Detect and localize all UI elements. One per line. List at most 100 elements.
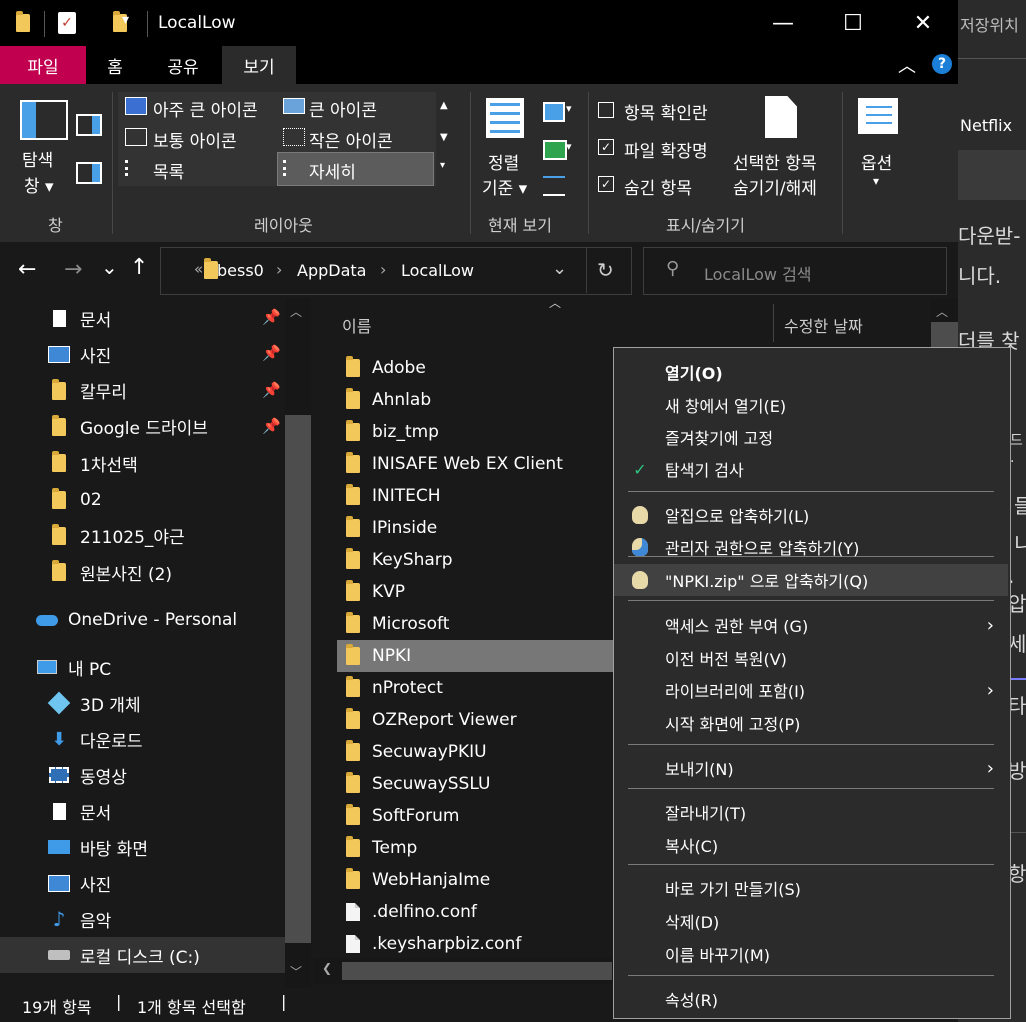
- navigation-pane-label-1[interactable]: 탐색: [22, 146, 53, 171]
- nav-pc-item[interactable]: 로컬 디스크 (C:): [0, 937, 285, 973]
- maximize-button[interactable]: ☐: [830, 0, 876, 46]
- context-menu-item[interactable]: 시작 화면에 고정(P): [614, 707, 1008, 739]
- nav-quick-access-item[interactable]: 02: [0, 482, 285, 518]
- context-menu-item[interactable]: 관리자 권한으로 압축하기(Y): [614, 531, 1008, 563]
- nav-quick-access-item[interactable]: 원본사진 (2): [0, 554, 285, 590]
- minimize-button[interactable]: —: [760, 0, 806, 46]
- options-dropdown-icon[interactable]: ▾: [873, 174, 879, 188]
- list-item[interactable]: Adobe: [337, 352, 627, 384]
- nav-pc-item[interactable]: ⬇ 다운로드: [0, 721, 285, 757]
- gallery-scroll-down-icon[interactable]: ▼: [440, 132, 448, 143]
- context-menu-item[interactable]: 잘라내기(T): [614, 796, 1008, 828]
- list-item[interactable]: .delfino.conf: [337, 896, 627, 928]
- pin-icon[interactable]: 📌: [262, 381, 281, 399]
- sort-by-label-1[interactable]: 정렬: [488, 149, 519, 174]
- context-menu-item[interactable]: "NPKI.zip" 으로 압축하기(Q): [614, 564, 1008, 596]
- list-item[interactable]: Microsoft: [337, 608, 627, 640]
- nav-pc-item[interactable]: 동영상: [0, 757, 285, 793]
- tab-share[interactable]: 공유: [148, 46, 218, 84]
- navigation-pane-label-2[interactable]: 창 ▾: [24, 172, 54, 197]
- list-item[interactable]: KVP: [337, 576, 627, 608]
- nav-this-pc[interactable]: 내 PC: [0, 649, 285, 685]
- file-extensions-label[interactable]: 파일 확장명: [624, 137, 708, 162]
- options-button[interactable]: 옵션: [861, 149, 892, 174]
- group-by-icon[interactable]: [543, 102, 565, 122]
- file-extensions-checkbox[interactable]: ✓: [598, 139, 614, 155]
- nav-pc-item[interactable]: ♪ 음악: [0, 901, 285, 937]
- list-item[interactable]: INITECH: [337, 480, 627, 512]
- breadcrumb-locallow[interactable]: LocalLow: [401, 261, 474, 280]
- layout-large-icons[interactable]: 큰 아이콘: [309, 96, 377, 121]
- context-menu-item[interactable]: 보내기(N) ›: [614, 752, 1008, 784]
- help-icon[interactable]: ?: [932, 54, 952, 74]
- breadcrumb-appdata[interactable]: AppData: [297, 261, 366, 280]
- context-menu-item[interactable]: 바로 가기 만들기(S): [614, 872, 1008, 904]
- list-item[interactable]: SoftForum: [337, 800, 627, 832]
- context-menu-item[interactable]: 복사(C): [614, 829, 1008, 861]
- context-menu-item[interactable]: 새 창에서 열기(E): [614, 389, 1008, 421]
- pin-icon[interactable]: 📌: [262, 417, 281, 435]
- layout-list[interactable]: 목록: [153, 158, 184, 183]
- nav-scrollbar-thumb[interactable]: [285, 415, 311, 943]
- nav-quick-access-item[interactable]: 문서: [0, 300, 285, 336]
- item-checkboxes-label[interactable]: 항목 확인란: [624, 99, 708, 124]
- hide-selected-label-1[interactable]: 선택한 항목: [733, 149, 817, 174]
- layout-details[interactable]: 자세히: [309, 158, 356, 183]
- context-menu-item[interactable]: 알집으로 압축하기(L): [614, 499, 1008, 531]
- list-scroll-up-icon[interactable]: ︿: [936, 303, 948, 320]
- list-item[interactable]: nProtect: [337, 672, 627, 704]
- pin-icon[interactable]: 📌: [262, 308, 281, 326]
- address-history-chevron-icon[interactable]: ⌄: [552, 258, 567, 279]
- context-menu-item[interactable]: 삭제(D): [614, 905, 1008, 937]
- details-pane-icon[interactable]: [76, 162, 102, 184]
- nav-pc-item[interactable]: 문서: [0, 793, 285, 829]
- add-columns-icon[interactable]: [543, 140, 567, 160]
- context-menu-item[interactable]: 열기(O): [614, 356, 1008, 388]
- pin-icon[interactable]: 📌: [262, 344, 281, 362]
- list-item[interactable]: INISAFE Web EX Client: [337, 448, 627, 480]
- layout-extra-large-icons[interactable]: 아주 큰 아이콘: [153, 96, 258, 121]
- h-scrollbar-thumb[interactable]: [342, 962, 612, 980]
- nav-quick-access-item[interactable]: Google 드라이브: [0, 409, 285, 445]
- close-button[interactable]: ✕: [900, 0, 946, 46]
- forward-button[interactable]: →: [64, 257, 82, 282]
- list-item[interactable]: SecuwayPKIU: [337, 736, 627, 768]
- list-item[interactable]: OZReport Viewer: [337, 704, 627, 736]
- layout-medium-icons[interactable]: 보통 아이콘: [153, 127, 237, 152]
- list-item[interactable]: NPKI: [337, 640, 627, 672]
- context-menu-item[interactable]: 이름 바꾸기(M): [614, 938, 1008, 970]
- context-menu-item[interactable]: 라이브러리에 포함(I) ›: [614, 674, 1008, 706]
- context-menu-item[interactable]: 속성(R): [614, 983, 1008, 1015]
- context-menu-item[interactable]: 이전 버전 복원(V): [614, 642, 1008, 674]
- collapse-ribbon-icon[interactable]: ︿: [898, 52, 916, 78]
- tab-home[interactable]: 홈: [86, 46, 144, 84]
- h-scroll-left-icon[interactable]: ❮: [322, 961, 332, 975]
- list-item[interactable]: Ahnlab: [337, 384, 627, 416]
- preview-pane-icon[interactable]: [76, 114, 102, 136]
- properties-icon[interactable]: ✓: [58, 12, 76, 34]
- column-header-date[interactable]: 수정한 날짜: [784, 313, 863, 337]
- nav-pc-item[interactable]: 3D 개체: [0, 685, 285, 721]
- gallery-scroll-up-icon[interactable]: ▲: [440, 100, 448, 111]
- context-menu-item[interactable]: 액세스 권한 부여 (G) ›: [614, 609, 1008, 641]
- nav-onedrive[interactable]: OneDrive - Personal: [0, 602, 285, 638]
- quick-access-dropdown-icon[interactable]: ▾: [122, 12, 129, 28]
- sort-by-label-2[interactable]: 기준 ▾: [482, 174, 527, 199]
- size-columns-icon[interactable]: [543, 176, 565, 196]
- list-item[interactable]: KeySharp: [337, 544, 627, 576]
- context-menu-item[interactable]: 즐겨찾기에 고정: [614, 421, 1008, 453]
- search-input[interactable]: LocalLow 검색: [704, 261, 812, 285]
- layout-small-icons[interactable]: 작은 아이콘: [309, 127, 393, 152]
- list-item[interactable]: .keysharpbiz.conf: [337, 928, 627, 960]
- breadcrumb-bess0[interactable]: bess0: [217, 261, 264, 280]
- list-item[interactable]: IPinside: [337, 512, 627, 544]
- list-item[interactable]: SecuwaySSLU: [337, 768, 627, 800]
- gallery-expand-icon[interactable]: ▾: [440, 160, 445, 171]
- list-item[interactable]: Temp: [337, 832, 627, 864]
- nav-quick-access-item[interactable]: 사진: [0, 336, 285, 372]
- recent-locations-button[interactable]: ⌄: [101, 255, 118, 279]
- nav-quick-access-item[interactable]: 211025_야근: [0, 518, 285, 554]
- tab-view[interactable]: 보기: [222, 46, 296, 84]
- hidden-items-label[interactable]: 숨긴 항목: [624, 174, 692, 199]
- list-item[interactable]: biz_tmp: [337, 416, 627, 448]
